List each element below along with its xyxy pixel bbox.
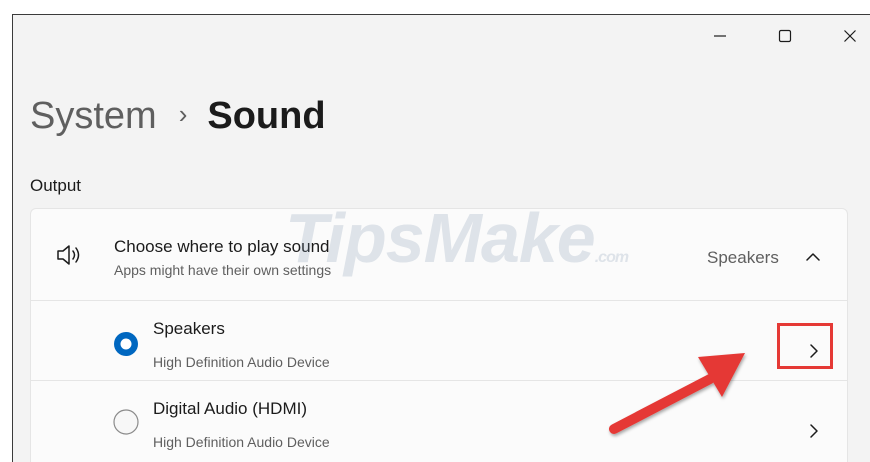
output-device-header[interactable]: Choose where to play sound Apps might ha… <box>31 209 847 301</box>
breadcrumb: System › Sound <box>30 97 326 135</box>
maximize-button[interactable] <box>765 21 805 51</box>
output-selected-device: Speakers <box>707 248 779 267</box>
minimize-icon <box>714 35 726 37</box>
highlight-box <box>777 323 833 369</box>
pointer-arrow-icon <box>609 353 745 434</box>
device-description: High Definition Audio Device <box>153 354 330 370</box>
output-header-title: Choose where to play sound <box>114 237 330 256</box>
minimize-button[interactable] <box>700 21 740 51</box>
close-button[interactable] <box>830 21 870 51</box>
speaker-volume-icon <box>57 245 80 265</box>
device-description: High Definition Audio Device <box>153 434 330 450</box>
radio-unselected-icon[interactable] <box>112 408 140 436</box>
chevron-up-icon[interactable] <box>801 245 825 269</box>
radio-selected-icon[interactable] <box>112 330 140 358</box>
breadcrumb-separator: › <box>178 99 188 129</box>
close-icon <box>844 30 856 42</box>
chevron-right-icon[interactable] <box>803 419 825 443</box>
device-name: Digital Audio (HDMI) <box>153 399 307 418</box>
maximize-icon <box>778 29 792 43</box>
device-name: Speakers <box>153 319 225 338</box>
output-header-subtitle: Apps might have their own settings <box>114 262 332 278</box>
page-title: Sound <box>207 95 326 137</box>
breadcrumb-parent-link[interactable]: System <box>30 97 157 135</box>
section-label-output: Output <box>30 176 82 195</box>
